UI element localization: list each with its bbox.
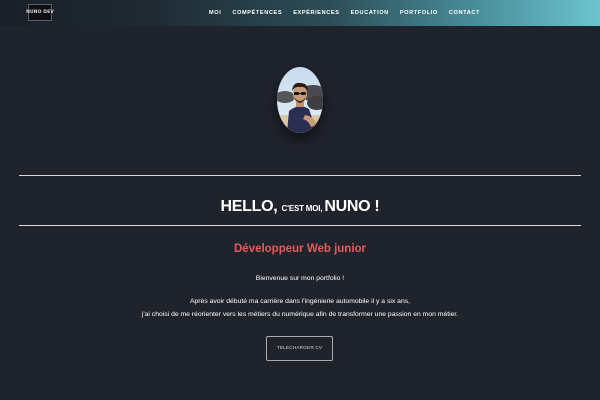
nav-item-experiences[interactable]: EXPÉRIENCES [293, 10, 339, 16]
logo-text: NUNO DEV [26, 10, 54, 15]
nav-item-portfolio[interactable]: PORTFOLIO [400, 10, 438, 16]
welcome-text: Bienvenue sur mon portfolio ! [255, 275, 345, 282]
nav-item-education[interactable]: EDUCATION [351, 10, 389, 16]
intro-text: Après avoir débuté ma carrière dans l'in… [0, 295, 600, 321]
navbar: NUNO DEV MOI COMPÉTENCES EXPÉRIENCES EDU… [0, 0, 600, 26]
divider-top [19, 175, 581, 176]
hello-part-2: C'EST MOI, [281, 204, 325, 213]
avatar [277, 67, 323, 133]
intro-line-2: j'ai choisi de me réorienter vers les mé… [141, 311, 459, 318]
nav-menu: MOI COMPÉTENCES EXPÉRIENCES EDUCATION PO… [209, 0, 491, 26]
portfolio-page: NUNO DEV MOI COMPÉTENCES EXPÉRIENCES EDU… [0, 0, 600, 400]
hello-part-3: NUNO ! [324, 198, 380, 215]
divider-bottom [19, 225, 581, 226]
nav-item-contact[interactable]: CONTACT [449, 10, 480, 16]
download-cv-button[interactable]: TELECHARGER CV [266, 336, 333, 361]
intro-line-1: Après avoir débuté ma carrière dans l'in… [189, 298, 411, 305]
job-title: Développeur Web junior [233, 243, 367, 255]
nav-item-moi[interactable]: MOI [209, 10, 221, 16]
nav-item-competences[interactable]: COMPÉTENCES [232, 10, 282, 16]
logo[interactable]: NUNO DEV [26, 4, 54, 21]
hello-part-1: HELLO, [220, 198, 282, 215]
hello-heading: HELLO, C'EST MOI, NUNO ! [0, 190, 600, 219]
